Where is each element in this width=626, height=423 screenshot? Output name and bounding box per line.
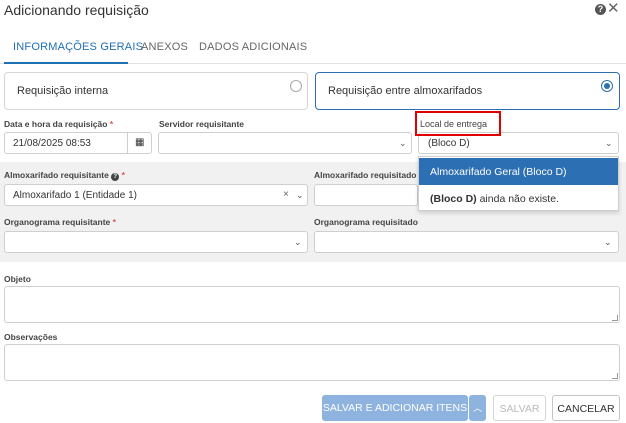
save-button[interactable]: SALVAR <box>493 395 546 421</box>
radio-card-requisicao-interna[interactable]: Requisição interna <box>4 72 308 110</box>
org-requisitante-label: Organograma requisitante * <box>4 217 116 227</box>
radio-card-requisicao-entre-almoxarifados[interactable]: Requisição entre almoxarifados <box>315 72 620 110</box>
datetime-input[interactable]: 21/08/2025 08:53 ▦ <box>4 132 152 154</box>
info-icon: ? <box>111 173 120 181</box>
objeto-textarea[interactable] <box>4 286 620 323</box>
radio-button-interna[interactable] <box>290 80 302 92</box>
chevron-down-icon: ⌄ <box>296 190 304 200</box>
datetime-value: 21/08/2025 08:53 <box>13 138 91 149</box>
org-requisitante-select[interactable]: ⌄ <box>4 231 308 253</box>
tab-anexos[interactable]: ANEXOS <box>141 41 188 53</box>
datetime-label: Data e hora da requisição * <box>4 119 114 129</box>
chevron-down-icon: ⌄ <box>294 237 302 247</box>
chevron-down-icon: ⌄ <box>399 138 407 148</box>
close-icon[interactable]: ✕ <box>607 1 620 17</box>
tab-bar: INFORMAÇÕES GERAIS ANEXOS DADOS ADICIONA… <box>0 36 626 64</box>
servidor-select[interactable]: ⌄ <box>158 132 412 154</box>
org-requisitado-label: Organograma requisitado <box>314 217 418 227</box>
servidor-label: Servidor requisitante <box>159 119 245 129</box>
almox-requisitante-label: Almoxarifado requisitante ? * <box>4 170 125 181</box>
chevron-down-icon: ⌄ <box>605 138 613 148</box>
local-entrega-dropdown: Almoxarifado Geral (Bloco D) (Bloco D) a… <box>418 156 619 211</box>
almox-requisitado-select[interactable] <box>314 184 418 206</box>
resize-handle[interactable] <box>612 315 618 321</box>
dropdown-option-almoxarifado-geral[interactable]: Almoxarifado Geral (Bloco D) <box>419 158 618 185</box>
chevron-up-icon[interactable]: ︿ <box>469 395 486 421</box>
org-requisitado-select[interactable]: ⌄ <box>314 231 619 253</box>
tab-dados-adicionais[interactable]: DADOS ADICIONAIS <box>199 41 307 53</box>
almox-requisitado-label: Almoxarifado requisitado <box>314 170 417 180</box>
clear-icon[interactable]: × <box>283 189 289 200</box>
radio-label-interna: Requisição interna <box>17 85 109 97</box>
dialog-title: Adicionando requisição <box>4 2 149 18</box>
resize-handle[interactable] <box>612 373 618 379</box>
chevron-down-icon: ⌄ <box>604 237 612 247</box>
local-entrega-value: (Bloco D) <box>428 138 470 149</box>
radio-button-entre-almoxarifados[interactable] <box>601 80 613 92</box>
tab-informacoes-gerais[interactable]: INFORMAÇÕES GERAIS <box>13 41 143 53</box>
observacoes-textarea[interactable] <box>4 344 620 381</box>
almox-requisitante-select[interactable]: Almoxarifado 1 (Entidade 1) × ⌄ <box>4 184 308 206</box>
dropdown-option-nao-existe[interactable]: (Bloco D) ainda não existe. <box>419 185 618 212</box>
observacoes-label: Observações <box>4 332 58 342</box>
objeto-label: Objeto <box>4 274 31 284</box>
help-icon[interactable]: ? <box>595 4 606 15</box>
radio-label-entre-almoxarifados: Requisição entre almoxarifados <box>328 85 483 97</box>
calendar-icon[interactable]: ▦ <box>135 137 144 148</box>
cancel-button[interactable]: CANCELAR <box>552 395 620 421</box>
datetime-divider <box>127 133 128 153</box>
almox-requisitante-value: Almoxarifado 1 (Entidade 1) <box>13 190 137 201</box>
save-and-add-items-button[interactable]: SALVAR E ADICIONAR ITENS <box>322 395 468 421</box>
active-tab-indicator <box>4 62 128 64</box>
highlight-box <box>415 111 501 136</box>
